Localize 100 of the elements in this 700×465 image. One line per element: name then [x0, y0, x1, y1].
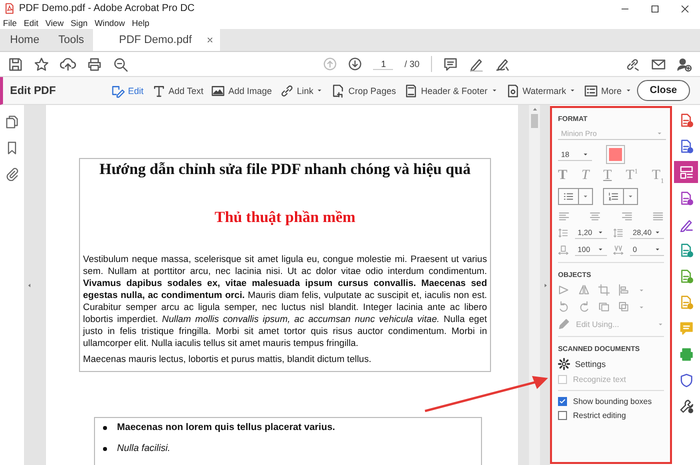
document-subtitle: Thủ thuật phần mềm [214, 209, 356, 227]
document-icon [678, 112, 694, 128]
collapse-arrow-icon[interactable] [26, 282, 33, 288]
paragraph: Maecenas mauris lectus, lobortis et purus mattis, blandit dictum tellus. [83, 353, 372, 365]
menu-item[interactable]: File [3, 18, 17, 28]
tool-button[interactable]: Add Image [210, 82, 273, 100]
image-icon [211, 84, 226, 98]
caret-icon [656, 130, 663, 137]
zoom-out-icon[interactable] [113, 56, 128, 72]
numbered-list-icon [607, 191, 620, 202]
checkbox[interactable] [558, 397, 567, 406]
arrange-icon[interactable] [618, 301, 630, 313]
checkbox-option[interactable]: Restrict editing [558, 411, 664, 420]
caret-icon [316, 87, 324, 94]
share-link-icon[interactable] [624, 56, 640, 72]
caret-icon [569, 87, 576, 94]
close-button[interactable]: Close [636, 80, 690, 101]
tool-button[interactable]: Watermark [504, 82, 578, 100]
list-item: Maecenas non lorem quis tellus placerat varius. [117, 422, 336, 433]
tool-button[interactable]: Edit [110, 82, 145, 100]
document-title: Hướng dẫn chỉnh sửa file PDF nhanh chóng và hiệu quả [98, 161, 472, 179]
mail-icon[interactable] [650, 56, 666, 72]
arrow-down-circle-icon[interactable] [348, 57, 362, 71]
copy-pages-icon[interactable] [5, 115, 19, 129]
caret-icon [627, 193, 634, 200]
tab[interactable]: PDF Demo.pdf [93, 29, 220, 51]
checkbox-option[interactable]: Show bounding boxes [558, 397, 664, 406]
menu-item[interactable]: Edit [24, 18, 38, 28]
paragraph-spacing-icon [613, 227, 624, 239]
comment-icon[interactable] [442, 56, 458, 72]
tab[interactable]: Tools [49, 29, 94, 51]
tool-button[interactable]: Add Text [150, 82, 204, 100]
document-icon [678, 294, 694, 310]
highlight-pen-icon[interactable] [468, 56, 484, 72]
flip-horizontal-icon[interactable] [558, 284, 570, 296]
crop-pages-icon [331, 84, 346, 98]
align-objects-icon[interactable] [618, 284, 630, 296]
numbered-list-button[interactable] [603, 188, 638, 205]
justify-icon[interactable] [652, 210, 664, 222]
text-tool-icon [152, 84, 166, 98]
star-icon[interactable] [34, 56, 49, 72]
text-block[interactable] [79, 158, 491, 372]
align-left-icon[interactable] [558, 210, 570, 222]
line-spacing-icon [558, 227, 569, 239]
text-scale-icon [558, 244, 569, 256]
scrollbar[interactable] [529, 105, 540, 465]
window-title: PDF Demo.pdf - Adobe Acrobat Pro DC [19, 3, 196, 14]
crop-icon[interactable] [598, 284, 610, 296]
caret-icon [597, 246, 604, 253]
shield-icon [678, 372, 694, 388]
scrollbar-thumb[interactable] [531, 114, 538, 128]
tool-button[interactable]: Header & Footer [402, 82, 498, 100]
align-center-icon[interactable] [589, 210, 602, 222]
checkbox[interactable] [558, 411, 567, 420]
tab[interactable]: Home [0, 29, 50, 51]
checkmark-icon [559, 398, 566, 405]
save-icon[interactable] [8, 56, 23, 72]
caret-icon [654, 246, 662, 253]
menu-item[interactable]: Sign [70, 18, 88, 28]
document-icon [678, 190, 694, 206]
cloud-upload-icon[interactable] [60, 56, 76, 72]
close-icon[interactable] [206, 36, 214, 44]
pencil-icon [558, 318, 570, 330]
layout-icon [678, 164, 694, 180]
settings-icon [558, 358, 570, 370]
bullet-list-icon [562, 191, 575, 202]
tool-button[interactable]: Link [278, 82, 324, 100]
menu-item[interactable]: View [45, 18, 64, 28]
align-right-icon[interactable] [620, 210, 633, 222]
document-icon [678, 268, 694, 284]
paragraph: Vestibulum neque massa, scelerisque sit amet ligula eu, congue molestie mi. Praesent ut varius sem. Nullam at porttitor arcu, nec lacinia nisi. Ut ac dolor vitae odio interdum condimentum. Vivamus dapibus sodales ex, vitae malesuada ipsum cursus convallis. Maecenas sed egestas nulla, ac condimentum orci. Mauris diam felis, vulputate ac suscipit et, iaculis non est. Curabitur semper arcu ac ligula semper, nec luctus nisl blandit. Integer lacinia ante ac libero lobortis imperdiet. Nullam mollis convallis ipsum, ac accumsan nunc vehicula vitae. Nulla eget justo in felis tristique fringilla. Morbi sit amet tortor quis risus auctor condimentum. Morbi in ullamcorper elit. Nulla iaculis tellus sit amet mauris tempus fringilla. [83, 253, 487, 349]
paperclip-icon[interactable] [5, 167, 19, 181]
settings-button[interactable]: Settings [558, 358, 664, 370]
color-swatch[interactable] [606, 145, 625, 164]
bullet-icon [103, 446, 107, 450]
tool-button[interactable] [674, 161, 698, 183]
tool-button[interactable]: More [583, 82, 633, 100]
rotate-left-icon[interactable] [558, 301, 570, 313]
pdf-file-icon [4, 3, 15, 14]
rotate-right-icon[interactable] [578, 301, 590, 313]
bullet-list-button[interactable] [558, 188, 593, 205]
expand-arrow-icon[interactable] [542, 282, 548, 288]
page-number-field[interactable]: 1 [373, 58, 394, 70]
bookmark-icon[interactable] [5, 141, 19, 155]
caret-icon [624, 87, 632, 94]
page-count: / 30 [404, 59, 420, 69]
menu-item[interactable]: Window [94, 18, 125, 28]
replace-image-icon[interactable] [598, 301, 610, 313]
edit-icon [111, 84, 125, 98]
sign-pen-icon[interactable] [494, 56, 510, 72]
caret-icon [582, 193, 589, 200]
flip-vertical-icon[interactable] [578, 284, 590, 296]
caret-icon [597, 229, 604, 236]
link-icon [280, 84, 294, 98]
add-user-icon[interactable] [676, 56, 692, 72]
text-block[interactable]: Maecenas non lorem quis tellus placerat varius. Nulla facilisi. [94, 417, 482, 465]
caret-icon [657, 320, 664, 328]
caret-icon [582, 150, 589, 158]
tool-button[interactable]: Crop Pages [330, 82, 397, 100]
menu-item[interactable]: Help [132, 18, 150, 28]
